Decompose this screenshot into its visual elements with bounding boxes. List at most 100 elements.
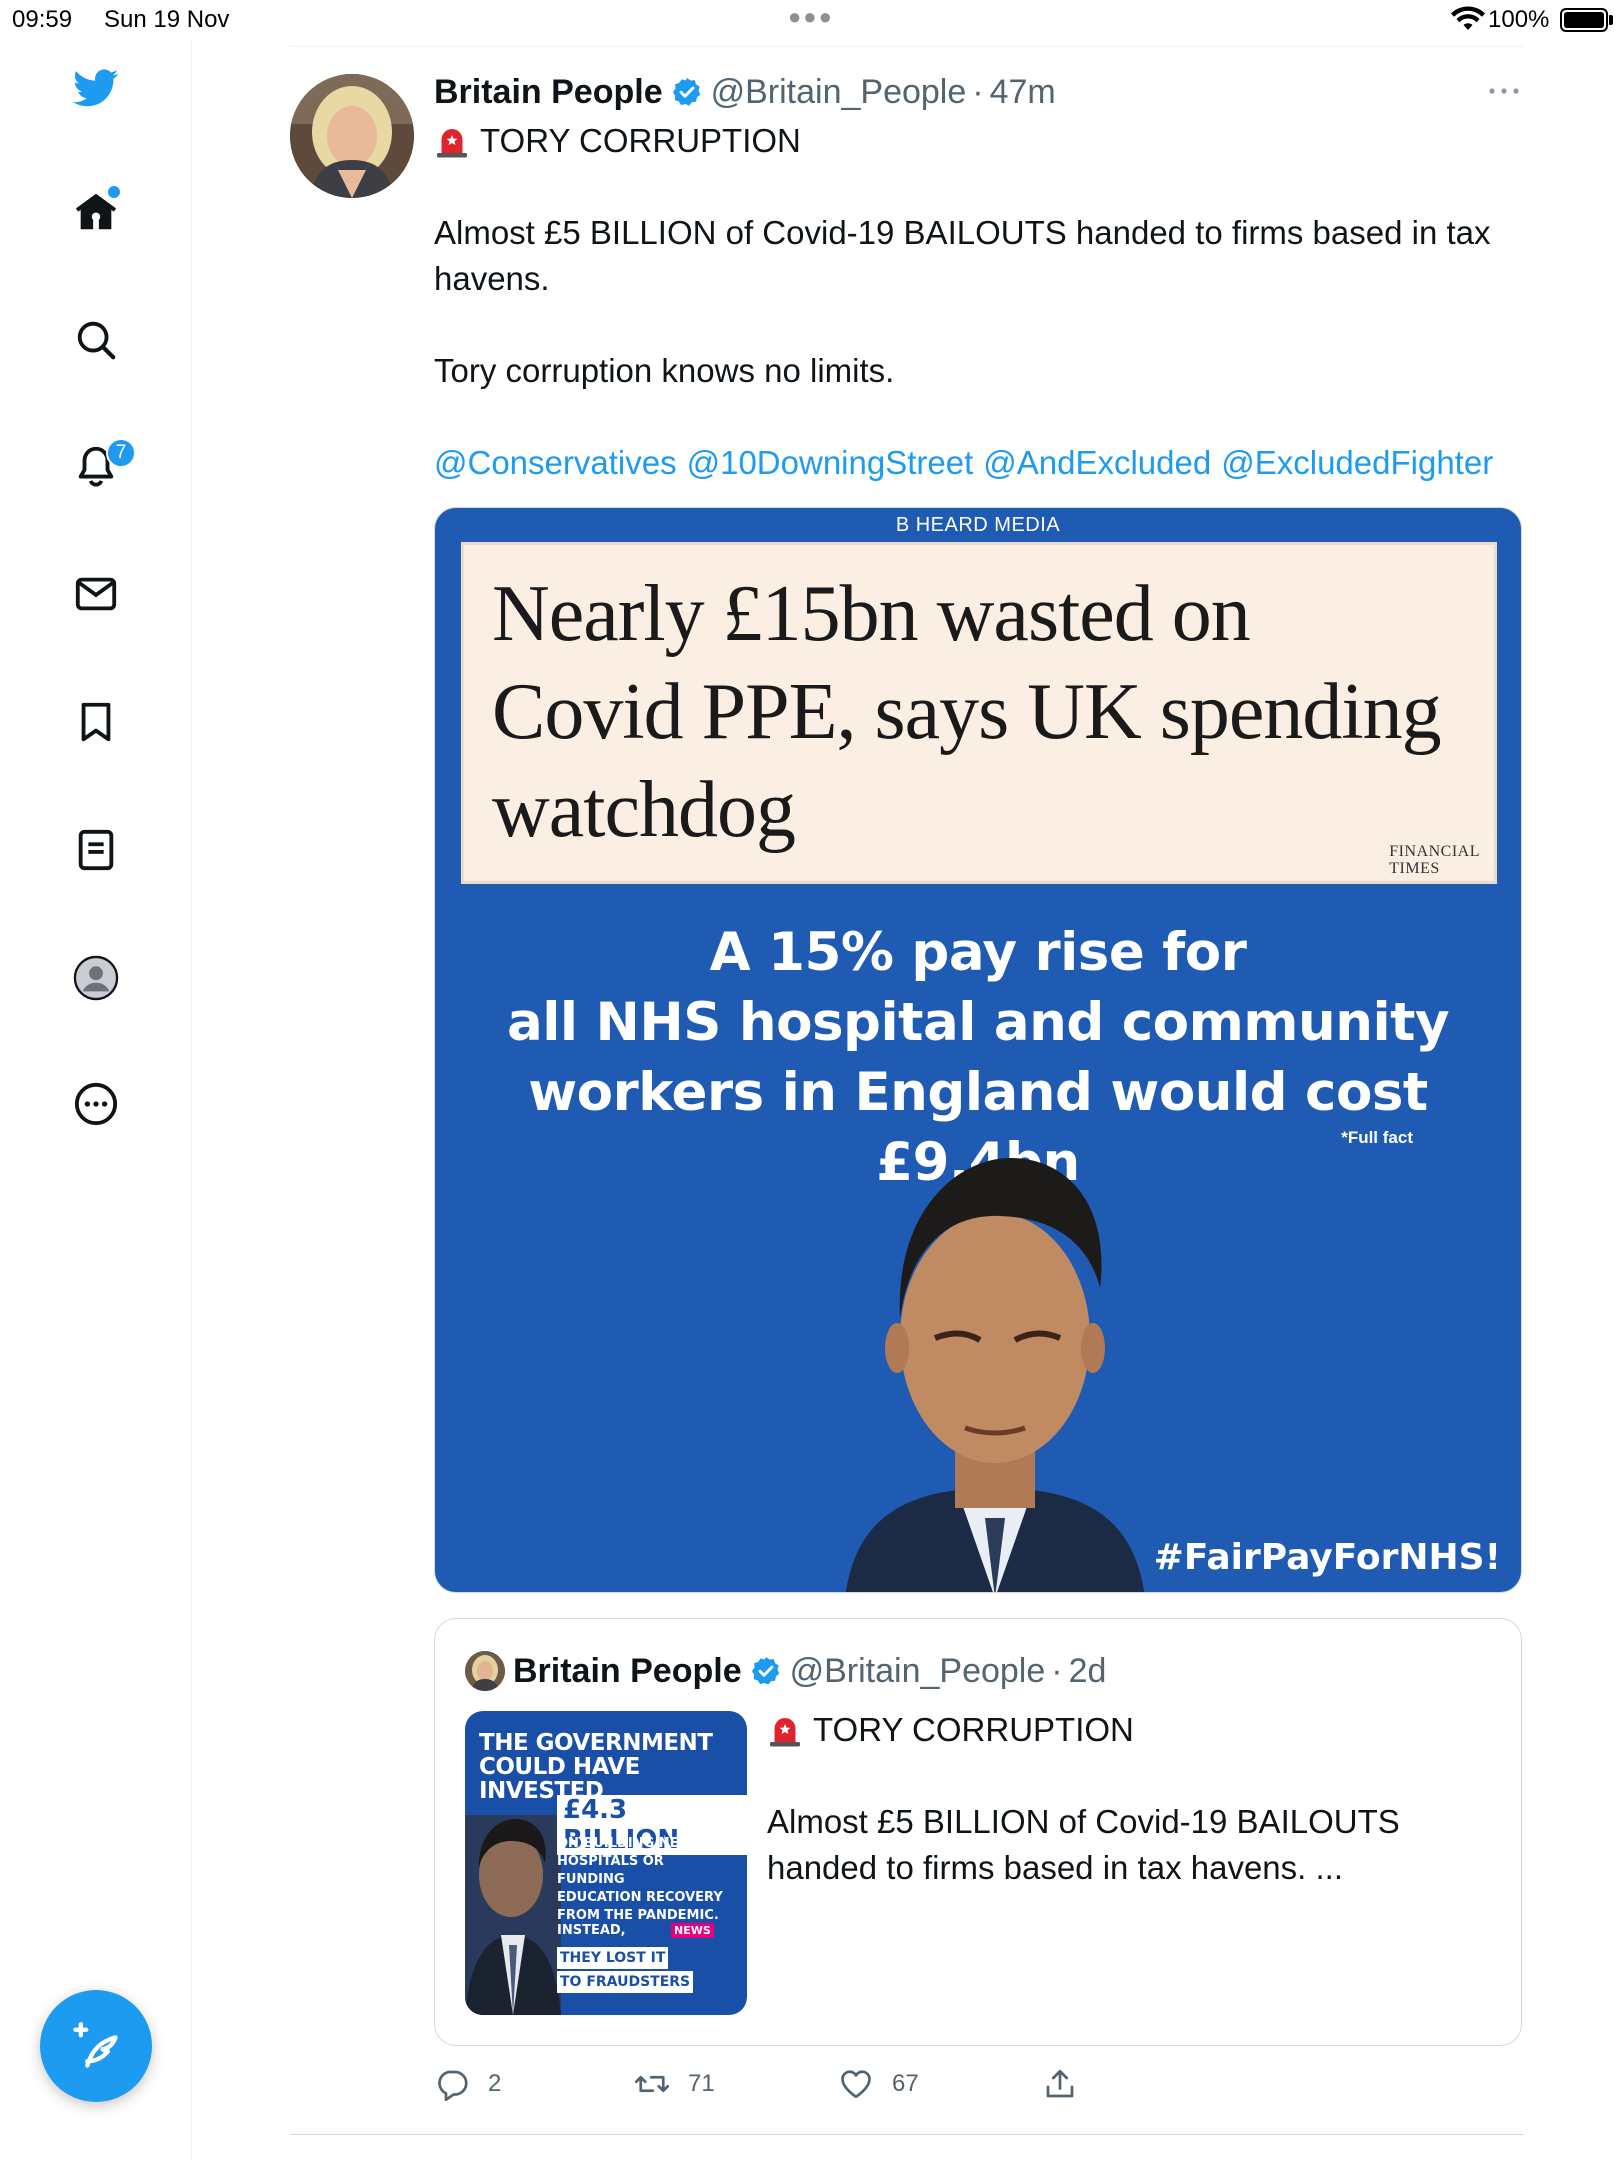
- tweet-title-line: TORY CORRUPTION: [434, 118, 1524, 164]
- verified-badge-icon: [672, 78, 700, 106]
- home-unread-dot: [108, 186, 120, 198]
- battery-percentage: 100%: [1488, 6, 1550, 33]
- tweet-more-options-icon[interactable]: [1486, 84, 1522, 98]
- quoted-tweet-header: Britain People @Britain_People · 2d: [465, 1649, 1106, 1693]
- headline-box: Nearly £15bn wasted on Covid PPE, says U…: [461, 542, 1497, 884]
- thumbnail-subtext: ON BUILDING NEW HOSPITALS OR FUNDING EDU…: [557, 1835, 727, 1925]
- mentions: @Conservatives @10DowningStreet @AndExcl…: [434, 440, 1524, 486]
- compose-tweet-button[interactable]: [40, 1990, 152, 2102]
- tweet-text: TORY CORRUPTION Almost £5 BILLION of Cov…: [434, 118, 1524, 486]
- thumbnail-lost-line-1: THEY LOST IT: [557, 1947, 669, 1969]
- retweet-count: 71: [688, 2070, 715, 2097]
- media-hashtag: #FairPayForNHS!: [1153, 1537, 1501, 1578]
- tweet[interactable]: Britain People @Britain_People · 47m TOR…: [434, 66, 1524, 486]
- siren-emoji-icon: [770, 1718, 800, 1747]
- status-time: 09:59: [12, 6, 73, 33]
- quoted-tweet-thumbnail: THE GOVERNMENT COULD HAVE INVESTED £4.3 …: [465, 1711, 747, 2015]
- siren-emoji-icon: [437, 129, 467, 158]
- claim-line-2: all NHS hospital and community: [506, 992, 1450, 1053]
- thumbnail-sub-line: ON BUILDING NEW: [557, 1836, 693, 1851]
- sidebar-item-home[interactable]: [66, 182, 126, 242]
- thumbnail-title: THE GOVERNMENT COULD HAVE INVESTED: [479, 1731, 747, 1803]
- media-source-label: B HEARD MEDIA: [895, 514, 1061, 536]
- tweet-title: TORY CORRUPTION: [480, 122, 801, 159]
- search-icon: [77, 321, 116, 360]
- media-footnote: *Full fact: [1341, 1128, 1413, 1147]
- status-bar: 09:59 Sun 19 Nov ●●● 100%: [0, 0, 1620, 40]
- quoted-header-separator: ·: [1051, 1651, 1063, 1690]
- battery-icon: [1560, 8, 1608, 32]
- sidebar: 7: [0, 40, 192, 2160]
- thumbnail-sub-line: HOSPITALS OR FUNDING: [557, 1854, 664, 1887]
- quoted-author-handle: @Britain_People: [789, 1651, 1046, 1690]
- mention-link[interactable]: @Conservatives: [434, 440, 677, 486]
- quoted-tweet-timestamp: 2d: [1068, 1651, 1107, 1690]
- sidebar-item-lists[interactable]: [66, 820, 126, 880]
- share-button[interactable]: [1042, 2060, 1096, 2108]
- list-icon: [78, 829, 114, 871]
- thumbnail-instead: INSTEAD,: [557, 1923, 626, 1938]
- publisher-logo: FINANCIAL TIMES: [1389, 843, 1480, 877]
- publisher-line-2: TIMES: [1389, 860, 1440, 877]
- sidebar-item-more[interactable]: [66, 1074, 126, 1134]
- thumbnail-title-line-1: THE GOVERNMENT: [479, 1730, 713, 1756]
- quoted-tweet-title: TORY CORRUPTION: [813, 1711, 1134, 1748]
- reply-icon: [438, 2070, 468, 2102]
- twitter-logo[interactable]: [66, 58, 126, 118]
- bookmark-icon: [81, 702, 111, 742]
- sidebar-item-messages[interactable]: [66, 564, 126, 624]
- reply-count: 2: [488, 2070, 502, 2097]
- tweet-paragraph-2: Tory corruption knows no limits.: [434, 352, 895, 389]
- sidebar-item-explore[interactable]: [66, 310, 126, 370]
- profile-icon: [73, 955, 119, 1001]
- battery-cap: [1609, 15, 1613, 25]
- mention-link[interactable]: @AndExcluded: [983, 440, 1211, 486]
- politician-photo: [845, 1158, 1145, 1592]
- tweet-header: Britain People @Britain_People · 47m: [434, 66, 1524, 118]
- quoted-author-avatar: [465, 1651, 505, 1691]
- sidebar-item-profile[interactable]: [66, 948, 126, 1008]
- quoted-tweet[interactable]: Britain People @Britain_People · 2d THE …: [434, 1618, 1522, 2046]
- quoted-title-line: TORY CORRUPTION: [767, 1707, 1487, 1753]
- header-separator: ·: [972, 72, 984, 111]
- reply-button[interactable]: 2: [434, 2060, 501, 2108]
- share-icon: [1046, 2069, 1074, 2098]
- thumbnail-lost-line-2: TO FRAUDSTERS: [557, 1971, 694, 1993]
- bird-icon: [73, 69, 119, 107]
- tweet-paragraph-1: Almost £5 BILLION of Covid-19 BAILOUTS h…: [434, 214, 1491, 297]
- retweet-button[interactable]: 71: [634, 2060, 715, 2108]
- tweet-timestamp[interactable]: 47m: [990, 73, 1056, 112]
- author-avatar[interactable]: [290, 74, 414, 198]
- envelope-icon: [75, 577, 117, 611]
- thumbnail-news-badge: NEWS: [671, 1923, 714, 1938]
- author-handle[interactable]: @Britain_People: [711, 73, 967, 112]
- thumbnail-sub-line: EDUCATION RECOVERY: [557, 1890, 723, 1905]
- heart-icon: [841, 2070, 871, 2099]
- notification-count-badge: 7: [106, 438, 136, 468]
- like-button[interactable]: 67: [838, 2060, 919, 2108]
- like-count: 67: [892, 2070, 919, 2097]
- claim-line-1: A 15% pay rise for: [709, 922, 1247, 983]
- media-headline: Nearly £15bn wasted on Covid PPE, says U…: [492, 570, 1442, 854]
- status-date: Sun 19 Nov: [104, 6, 230, 33]
- publisher-line-1: FINANCIAL: [1389, 843, 1480, 860]
- thumbnail-person-photo: [465, 1815, 561, 2015]
- timeline-divider: [290, 2134, 1524, 2135]
- sidebar-item-bookmarks[interactable]: [66, 692, 126, 752]
- mention-link[interactable]: @ExcludedFighter: [1221, 440, 1493, 486]
- quoted-tweet-text: TORY CORRUPTION Almost £5 BILLION of Cov…: [767, 1707, 1487, 1891]
- verified-badge-icon: [751, 1657, 779, 1685]
- quoted-tweet-body: Almost £5 BILLION of Covid-19 BAILOUTS h…: [767, 1803, 1400, 1886]
- feather-plus-icon: [73, 2022, 118, 2068]
- multitasking-dots-icon[interactable]: ●●●: [788, 4, 834, 30]
- wifi-icon: [1451, 6, 1485, 30]
- tweet-actions: 2 71 67: [434, 2060, 1524, 2108]
- retweet-icon: [634, 2075, 670, 2093]
- tweet-media-image[interactable]: B HEARD MEDIA Nearly £15bn wasted on Cov…: [434, 507, 1522, 1593]
- sidebar-item-notifications[interactable]: 7: [66, 436, 136, 496]
- timeline-divider: [290, 46, 1524, 47]
- avatar-photo: [290, 74, 414, 198]
- mention-link[interactable]: @10DowningStreet: [687, 440, 974, 486]
- author-name[interactable]: Britain People: [434, 73, 663, 112]
- more-circle-icon: [74, 1082, 118, 1126]
